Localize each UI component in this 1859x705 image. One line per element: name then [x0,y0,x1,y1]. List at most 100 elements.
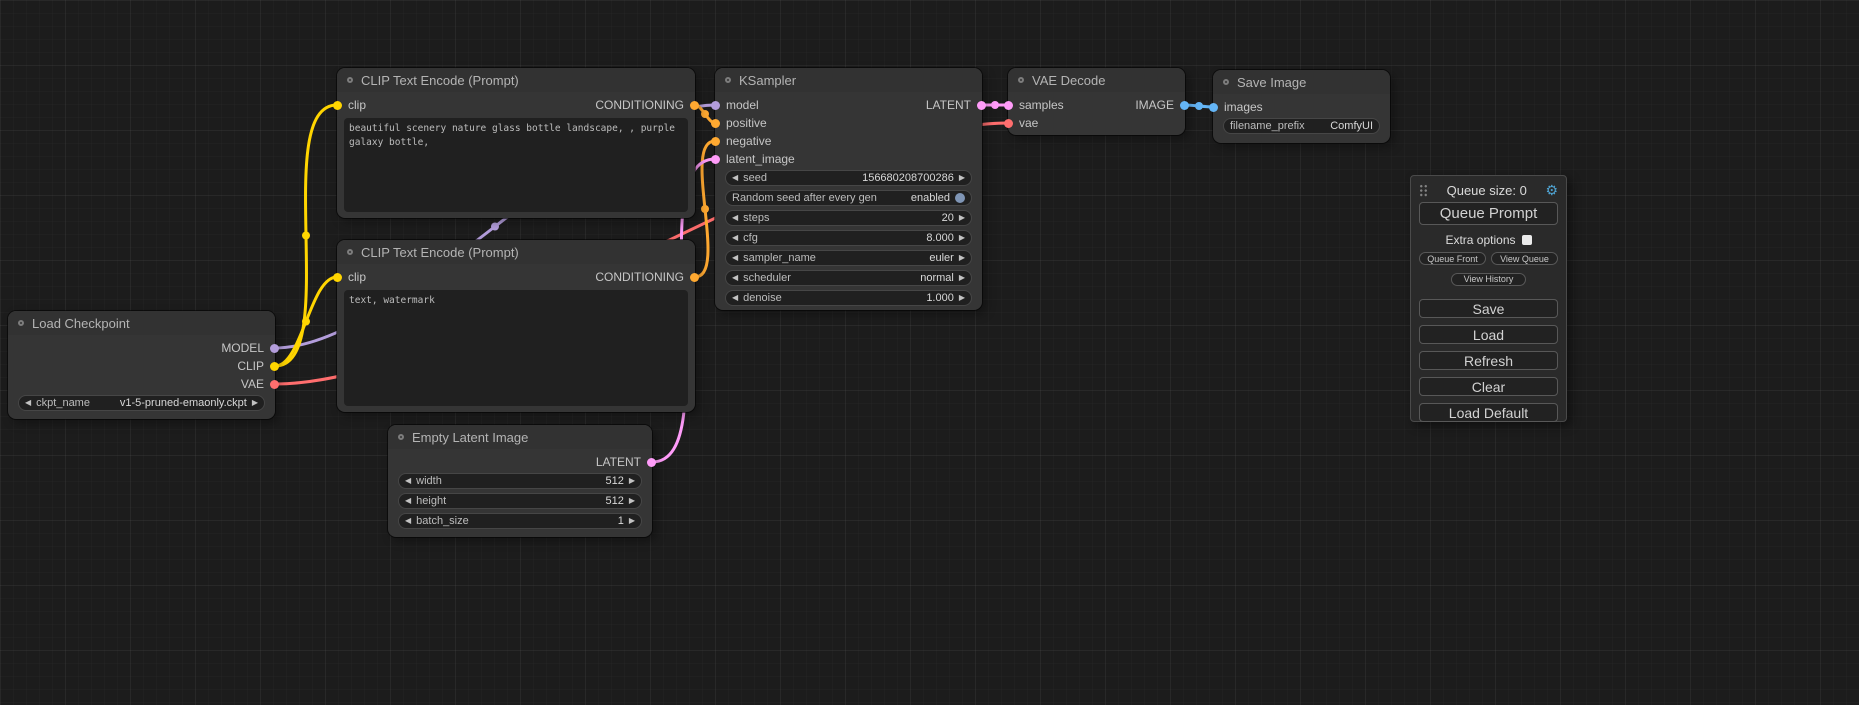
output-slot-latent-dot[interactable] [647,458,656,467]
widget-value: 512 [605,475,623,487]
decrement-arrow-icon[interactable]: ◀ [405,497,411,505]
output-slot-vae-dot[interactable] [270,380,279,389]
slot-row: VAE [8,375,275,393]
node-title-bar[interactable]: KSampler [715,68,982,92]
decrement-arrow-icon[interactable]: ◀ [25,399,31,407]
output-slot-latent-dot[interactable] [977,101,986,110]
increment-arrow-icon[interactable]: ▶ [959,214,965,222]
widget-batch-size[interactable]: ◀ batch_size 1 ▶ [398,513,642,529]
node-title-bar[interactable]: Save Image [1213,70,1390,94]
toggle-dot-icon[interactable] [955,193,965,203]
output-slot-model-dot[interactable] [270,344,279,353]
input-slot-images-dot[interactable] [1209,103,1218,112]
node-empty-latent-image[interactable]: Empty Latent Image LATENT ◀ width 512 ▶ … [388,425,652,537]
widget-steps[interactable]: ◀ steps 20 ▶ [725,210,972,226]
node-clip-text-encode-negative[interactable]: CLIP Text Encode (Prompt) clip CONDITION… [337,240,695,412]
widget-width[interactable]: ◀ width 512 ▶ [398,473,642,489]
collapse-dot-icon[interactable] [398,434,404,440]
node-title: Empty Latent Image [412,430,528,445]
graph-canvas[interactable]: Load Checkpoint MODEL CLIP VAE [0,0,1859,705]
slot-label: LATENT [596,455,641,469]
input-slot-clip-dot[interactable] [333,273,342,282]
node-title: VAE Decode [1032,73,1105,88]
decrement-arrow-icon[interactable]: ◀ [732,254,738,262]
widget-denoise[interactable]: ◀ denoise 1.000 ▶ [725,290,972,306]
input-slot-vae-dot[interactable] [1004,119,1013,128]
widget-area: ◀ seed 156680208700286 ▶ Random seed aft… [715,170,982,306]
increment-arrow-icon[interactable]: ▶ [629,477,635,485]
negative-prompt-textarea[interactable]: text, watermark [344,290,688,406]
view-history-button[interactable]: View History [1451,273,1527,286]
output-slot-conditioning-dot[interactable] [690,101,699,110]
queue-front-button[interactable]: Queue Front [1419,252,1486,265]
collapse-dot-icon[interactable] [18,320,24,326]
input-slot-negative-dot[interactable] [711,137,720,146]
node-title-bar[interactable]: Load Checkpoint [8,311,275,335]
output-slot-image-dot[interactable] [1180,101,1189,110]
load-default-button[interactable]: Load Default [1419,403,1558,422]
increment-arrow-icon[interactable]: ▶ [959,234,965,242]
input-slot-positive-dot[interactable] [711,119,720,128]
widget-seed[interactable]: ◀ seed 156680208700286 ▶ [725,170,972,186]
collapse-dot-icon[interactable] [1223,79,1229,85]
output-slot-conditioning-dot[interactable] [690,273,699,282]
decrement-arrow-icon[interactable]: ◀ [405,477,411,485]
input-slot-latent-image: latent_image [711,152,795,166]
slot-label: CLIP [237,359,264,373]
settings-gear-icon[interactable]: ⚙ [1545,183,1558,197]
decrement-arrow-icon[interactable]: ◀ [732,294,738,302]
queue-prompt-button[interactable]: Queue Prompt [1419,202,1558,225]
collapse-dot-icon[interactable] [725,77,731,83]
increment-arrow-icon[interactable]: ▶ [629,517,635,525]
refresh-button[interactable]: Refresh [1419,351,1558,370]
widget-scheduler[interactable]: ◀ scheduler normal ▶ [725,270,972,286]
extra-options-label: Extra options [1445,233,1515,247]
collapse-dot-icon[interactable] [347,77,353,83]
widget-sampler-name[interactable]: ◀ sampler_name euler ▶ [725,250,972,266]
increment-arrow-icon[interactable]: ▶ [959,174,965,182]
input-slot-model-dot[interactable] [711,101,720,110]
node-title-bar[interactable]: CLIP Text Encode (Prompt) [337,68,695,92]
slot-row: clip CONDITIONING [337,96,695,114]
output-slot-clip-dot[interactable] [270,362,279,371]
increment-arrow-icon[interactable]: ▶ [629,497,635,505]
output-slot-clip: CLIP [237,359,279,373]
save-button[interactable]: Save [1419,299,1558,318]
collapse-dot-icon[interactable] [1018,77,1024,83]
widget-filename-prefix[interactable]: filename_prefix ComfyUI [1223,118,1380,134]
node-save-image[interactable]: Save Image images filename_prefix ComfyU… [1213,70,1390,143]
collapse-dot-icon[interactable] [347,249,353,255]
increment-arrow-icon[interactable]: ▶ [959,294,965,302]
increment-arrow-icon[interactable]: ▶ [959,274,965,282]
input-slot-latent-image-dot[interactable] [711,155,720,164]
input-slot-clip-dot[interactable] [333,101,342,110]
load-button[interactable]: Load [1419,325,1558,344]
node-title-bar[interactable]: CLIP Text Encode (Prompt) [337,240,695,264]
extra-options-checkbox[interactable] [1522,235,1532,245]
node-title-bar[interactable]: Empty Latent Image [388,425,652,449]
wire-midpoint-dot-negative-conditioning [701,205,709,213]
node-vae-decode[interactable]: VAE Decode samples IMAGE vae [1008,68,1185,135]
widget-cfg[interactable]: ◀ cfg 8.000 ▶ [725,230,972,246]
node-ksampler[interactable]: KSampler model LATENT positive [715,68,982,310]
increment-arrow-icon[interactable]: ▶ [252,399,258,407]
widget-label: steps [743,212,769,224]
node-load-checkpoint[interactable]: Load Checkpoint MODEL CLIP VAE [8,311,275,419]
widget-random-seed-toggle[interactable]: Random seed after every gen enabled [725,190,972,206]
node-clip-text-encode-positive[interactable]: CLIP Text Encode (Prompt) clip CONDITION… [337,68,695,218]
widget-height[interactable]: ◀ height 512 ▶ [398,493,642,509]
decrement-arrow-icon[interactable]: ◀ [405,517,411,525]
increment-arrow-icon[interactable]: ▶ [959,254,965,262]
drag-handle-icon[interactable] [1419,184,1428,197]
clear-button[interactable]: Clear [1419,377,1558,396]
node-title-bar[interactable]: VAE Decode [1008,68,1185,92]
decrement-arrow-icon[interactable]: ◀ [732,174,738,182]
widget-ckpt-name[interactable]: ◀ ckpt_name v1-5-pruned-emaonly.ckpt ▶ [18,395,265,411]
view-queue-button[interactable]: View Queue [1491,252,1558,265]
input-slot-samples-dot[interactable] [1004,101,1013,110]
positive-prompt-textarea[interactable]: beautiful scenery nature glass bottle la… [344,118,688,212]
widget-value: ComfyUI [1330,120,1373,132]
decrement-arrow-icon[interactable]: ◀ [732,234,738,242]
decrement-arrow-icon[interactable]: ◀ [732,214,738,222]
decrement-arrow-icon[interactable]: ◀ [732,274,738,282]
